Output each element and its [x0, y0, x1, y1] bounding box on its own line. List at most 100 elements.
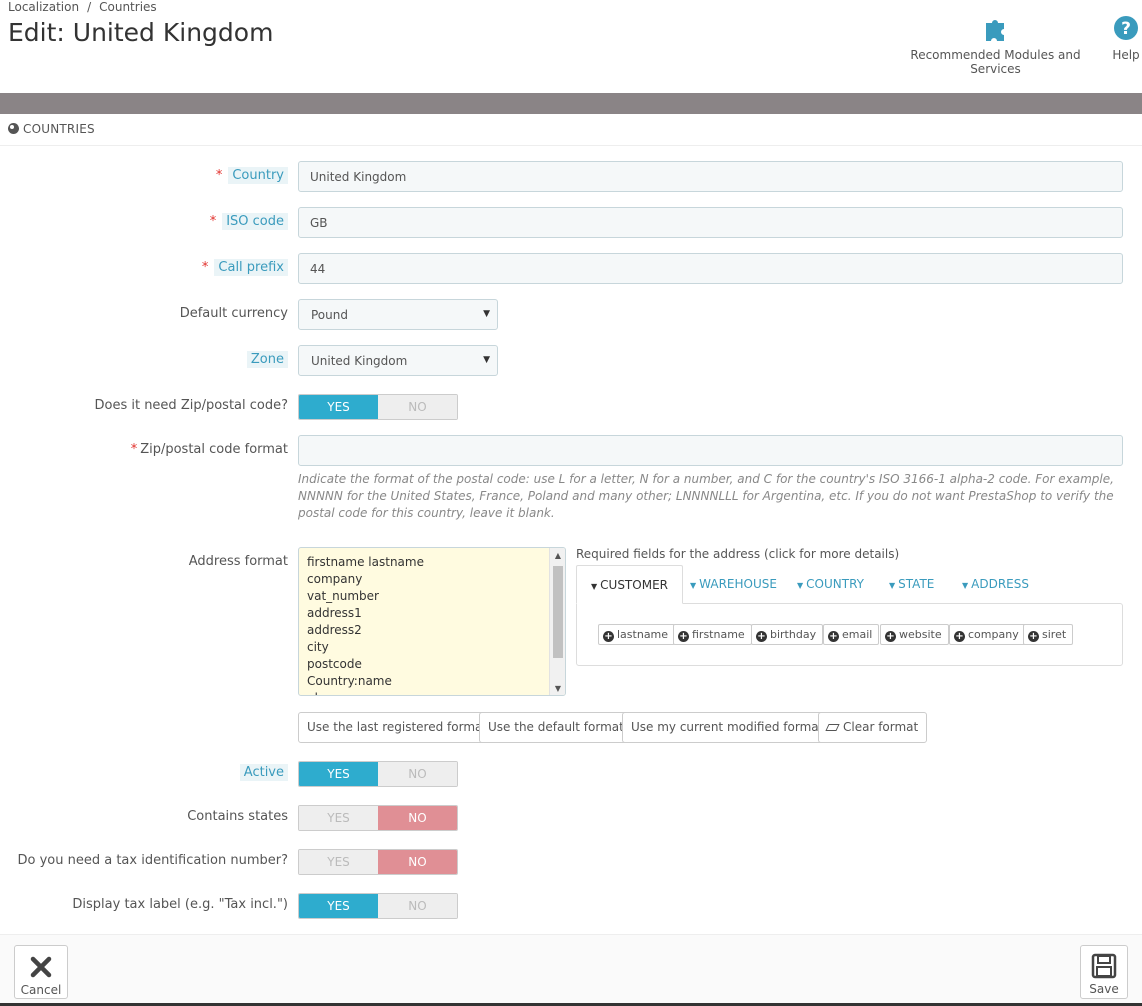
save-button[interactable]: Save [1080, 945, 1128, 999]
call-prefix-input[interactable]: 44 [298, 253, 1123, 284]
panel-heading: COUNTRIES [0, 114, 1142, 146]
use-current-modified-format-button[interactable]: Use my current modified format [622, 712, 833, 743]
zip-format-help: Indicate the format of the postal code: … [298, 472, 1114, 520]
field-chip-company[interactable]: + company [949, 624, 1026, 645]
iso-code-input[interactable]: GB [298, 207, 1123, 238]
chevron-down-icon: ▼ [483, 309, 490, 319]
field-chip-firstname[interactable]: + firstname [673, 624, 752, 645]
required-fields-title[interactable]: Required fields for the address (click f… [576, 547, 899, 561]
display-tax-label-toggle[interactable]: YES NO [298, 893, 458, 919]
country-label: * Country [215, 167, 288, 184]
contains-states-yes[interactable]: YES [299, 806, 378, 830]
address-format-scrollbar[interactable]: ▲ ▼ [549, 548, 565, 695]
active-no[interactable]: NO [378, 762, 457, 786]
contains-states-label: Contains states [187, 809, 288, 824]
active-toggle[interactable]: YES NO [298, 761, 458, 787]
need-zip-label: Does it need Zip/postal code? [94, 398, 288, 413]
need-tax-id-yes[interactable]: YES [299, 850, 378, 874]
display-tax-label-label: Display tax label (e.g. "Tax incl.") [72, 897, 288, 912]
required-fields-tabs: ▼ CUSTOMER ▼ WAREHOUSE ▼ COUNTRY ▼ STATE ▼ AD… [576, 565, 1123, 604]
address-format-line: firstname lastname [307, 555, 424, 569]
tab-warehouse[interactable]: ▼ WAREHOUSE [690, 565, 777, 604]
tab-address[interactable]: ▼ ADDRESS [962, 565, 1029, 604]
address-format-lines: firstname lastname company vat_number addre… [299, 548, 565, 695]
display-tax-label-yes[interactable]: YES [299, 894, 378, 918]
zone-select[interactable]: United Kingdom ▼ [298, 345, 498, 376]
default-currency-value: Pound [311, 308, 348, 322]
address-format-line: postcode [307, 657, 362, 671]
address-format-line: phone [307, 690, 557, 695]
field-chip-lastname[interactable]: + lastname [598, 624, 676, 645]
contains-states-no[interactable]: NO [378, 806, 457, 830]
address-format-textarea[interactable]: firstname lastname company vat_number addre… [298, 547, 566, 696]
field-chip-website[interactable]: + website [880, 624, 949, 645]
call-prefix-label: * Call prefix [201, 259, 288, 276]
caret-down-icon: ▼ [889, 581, 896, 590]
puzzle-icon [985, 20, 1004, 41]
address-format-line: company [307, 572, 363, 586]
caret-down-icon: ▼ [797, 581, 804, 590]
panel-footer [0, 934, 1142, 1006]
caret-down-icon: ▼ [690, 581, 697, 590]
scroll-thumb[interactable] [553, 566, 563, 658]
default-currency-select[interactable]: Pound ▼ [298, 299, 498, 330]
zone-label: Zone [246, 351, 288, 368]
active-label: Active [239, 764, 288, 781]
eraser-icon [825, 724, 840, 731]
recommended-modules-button[interactable]: Recommended Modules and Services [893, 14, 1098, 76]
plus-icon: + [1028, 631, 1039, 642]
panel-title: COUNTRIES [23, 122, 95, 136]
address-format-line: address1 [307, 606, 362, 620]
scroll-down-icon[interactable]: ▼ [550, 684, 565, 693]
tab-country[interactable]: ▼ COUNTRY [797, 565, 864, 604]
help-button[interactable]: ? Help [1108, 14, 1142, 62]
cancel-label: Cancel [20, 983, 62, 997]
contains-states-toggle[interactable]: YES NO [298, 805, 458, 831]
breadcrumb: Localization / Countries [8, 0, 157, 14]
help-icon: ? [1114, 16, 1138, 40]
breadcrumb-separator: / [87, 0, 92, 14]
need-zip-yes[interactable]: YES [299, 395, 378, 419]
need-tax-id-toggle[interactable]: YES NO [298, 849, 458, 875]
active-yes[interactable]: YES [299, 762, 378, 786]
scroll-up-icon[interactable]: ▲ [550, 551, 565, 560]
clear-format-button[interactable]: Clear format [818, 712, 928, 743]
address-format-line: Country:name [307, 674, 392, 688]
use-last-registered-format-button[interactable]: Use the last registered format [298, 712, 497, 743]
plus-icon: + [603, 631, 614, 642]
default-currency-label: Default currency [179, 306, 288, 321]
field-chip-siret[interactable]: + siret [1023, 624, 1074, 645]
country-input[interactable]: United Kingdom [298, 161, 1123, 192]
field-chip-email[interactable]: + email [823, 624, 880, 645]
recommended-modules-label: Recommended Modules and Services [910, 48, 1081, 76]
chevron-down-icon: ▼ [483, 355, 490, 365]
tab-state[interactable]: ▼ STATE [889, 565, 934, 604]
need-zip-toggle[interactable]: YES NO [298, 394, 458, 420]
tab-customer[interactable]: ▼ CUSTOMER [576, 565, 683, 604]
close-icon [30, 956, 52, 978]
save-label: Save [1089, 982, 1119, 996]
need-zip-no[interactable]: NO [378, 395, 457, 419]
display-tax-label-no[interactable]: NO [378, 894, 457, 918]
address-format-line: address2 [307, 623, 362, 637]
use-default-format-button[interactable]: Use the default format [479, 712, 633, 743]
plus-icon: + [954, 631, 965, 642]
plus-icon: + [678, 631, 689, 642]
breadcrumb-countries[interactable]: Countries [99, 0, 157, 14]
zone-value: United Kingdom [311, 354, 408, 368]
need-tax-id-no[interactable]: NO [378, 850, 457, 874]
iso-code-label: * ISO code [209, 213, 288, 230]
field-chip-birthday[interactable]: + birthday [751, 624, 824, 645]
zip-format-input[interactable] [298, 435, 1123, 466]
need-tax-id-label: Do you need a tax identification number? [17, 853, 288, 868]
svg-text:?: ? [1121, 19, 1131, 39]
globe-icon [8, 123, 19, 134]
plus-icon: + [828, 631, 839, 642]
required-marker: * [201, 260, 209, 275]
header-divider-band [0, 93, 1142, 114]
save-icon [1091, 953, 1117, 979]
required-marker: * [215, 168, 223, 183]
cancel-button[interactable]: Cancel [14, 945, 68, 999]
required-marker: * [209, 214, 217, 229]
breadcrumb-localization[interactable]: Localization [8, 0, 79, 14]
